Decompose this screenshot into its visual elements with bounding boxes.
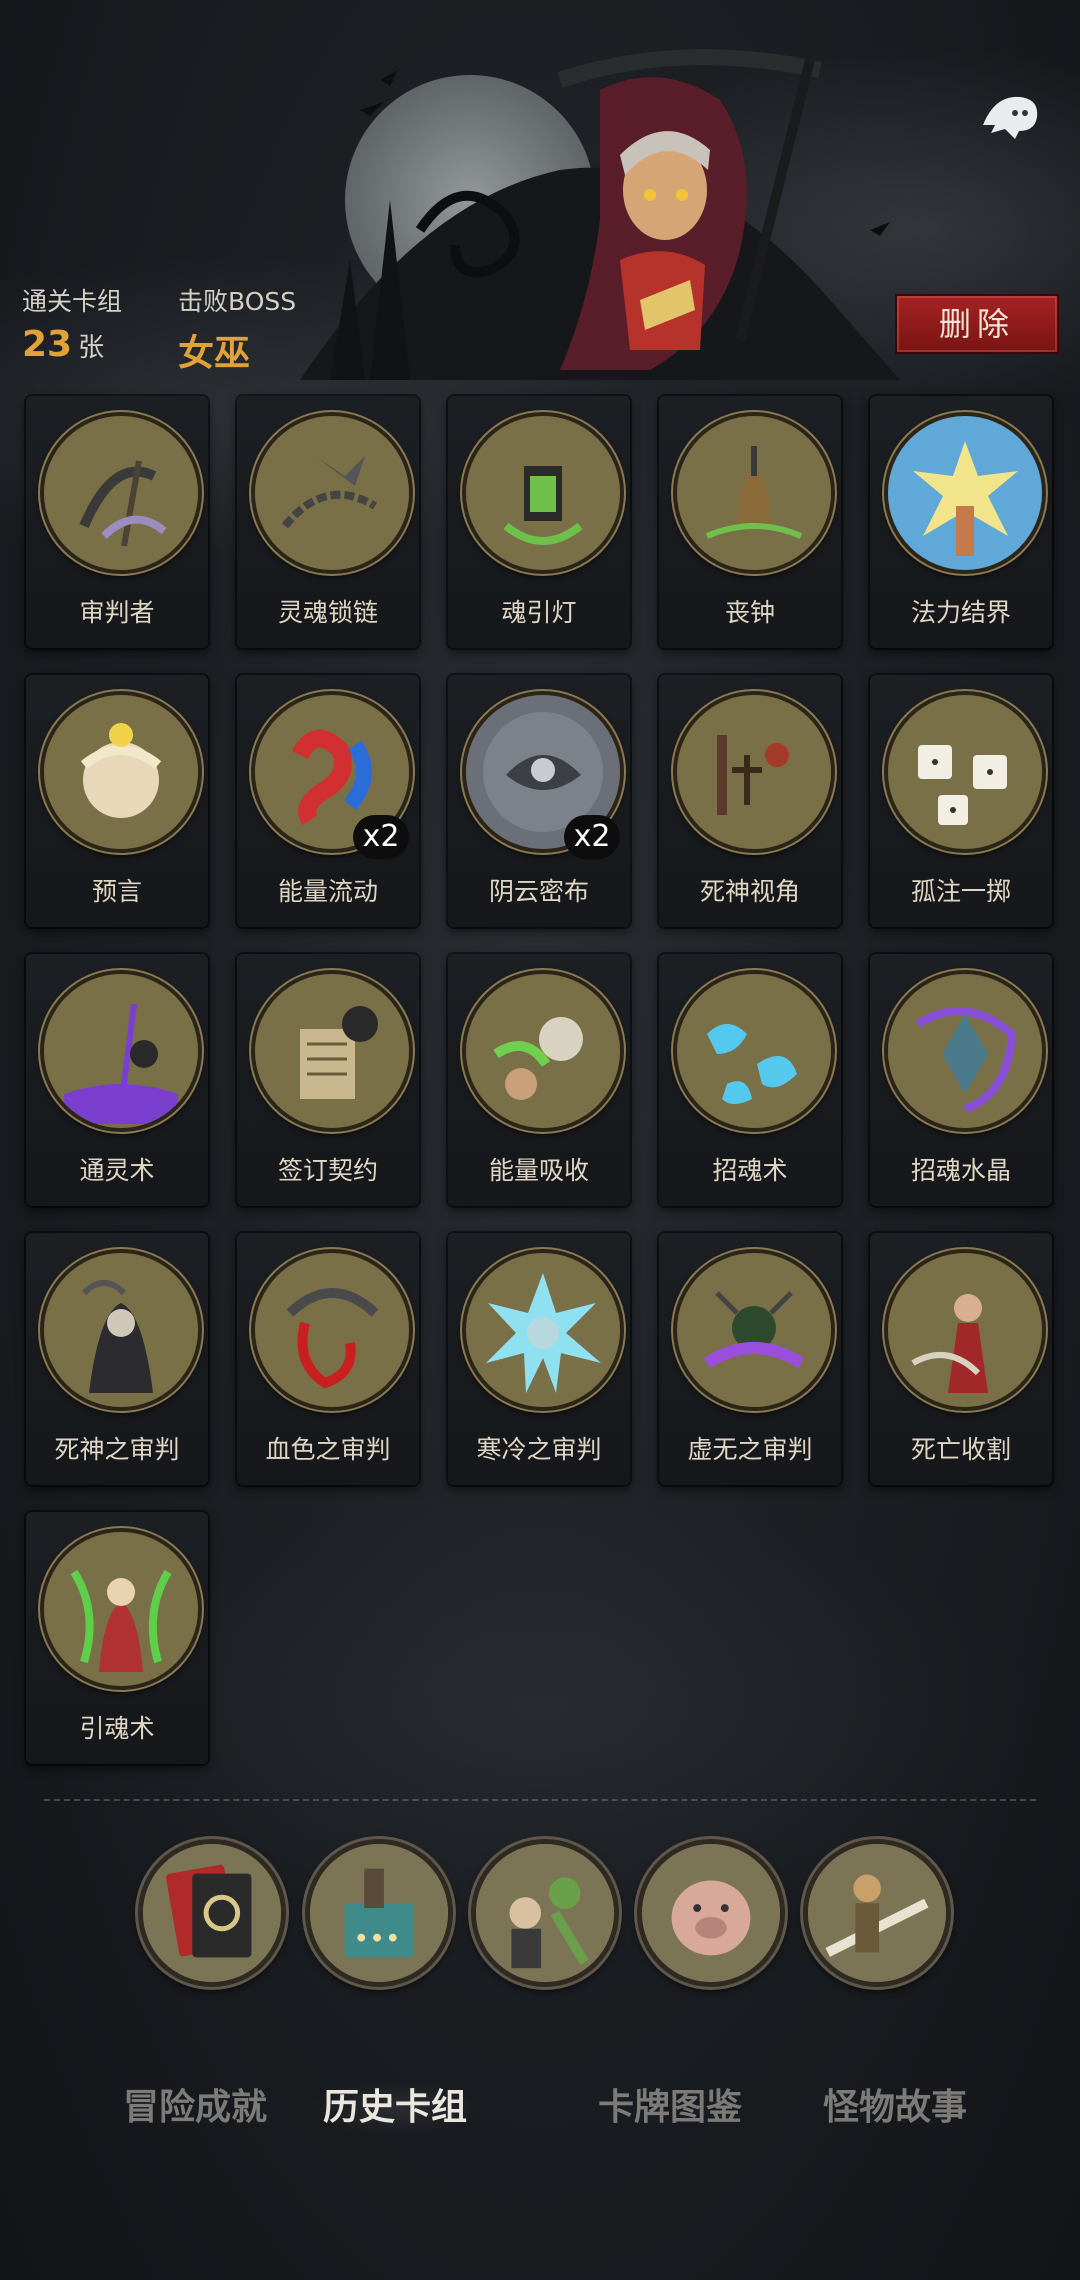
deck-header: 通关卡组 23 张 击败BOSS 女巫 删除 xyxy=(0,0,1080,380)
card-item[interactable]: 预言 xyxy=(26,675,208,927)
card-name: 引魂术 xyxy=(79,1714,155,1743)
card-item[interactable]: 签订契约 xyxy=(237,954,419,1206)
bell-icon xyxy=(673,412,835,574)
card-item[interactable]: 引魂术 xyxy=(26,1512,208,1764)
card-item[interactable]: 丧钟 xyxy=(659,396,841,648)
swordsman-icon[interactable] xyxy=(803,1839,951,1987)
card-item[interactable]: 法力结界 xyxy=(870,396,1052,648)
boss-label: 击败BOSS xyxy=(178,287,297,316)
card-achievement-icon[interactable] xyxy=(305,1839,453,1987)
card-name: 预言 xyxy=(91,877,142,906)
card-item[interactable]: x2 阴云密布 xyxy=(448,675,630,927)
card-item[interactable]: 死亡收割 xyxy=(870,1233,1052,1485)
absorb-icon xyxy=(462,970,624,1132)
necromancy-icon xyxy=(40,970,202,1132)
card-deck-icon[interactable] xyxy=(138,1839,286,1987)
card-name: 丧钟 xyxy=(724,598,775,627)
deck-count-label: 通关卡组 xyxy=(22,287,123,316)
chain-icon xyxy=(251,412,413,574)
card-name: 死亡收割 xyxy=(910,1435,1011,1464)
card-name: 寒冷之审判 xyxy=(476,1435,602,1464)
card-name: 血色之审判 xyxy=(265,1435,391,1464)
card-name: 灵魂锁链 xyxy=(277,598,378,627)
prophet-icon xyxy=(40,691,202,853)
card-item[interactable]: 孤注一掷 xyxy=(870,675,1052,927)
pig-monster-icon[interactable] xyxy=(637,1839,785,1987)
reaper-icon xyxy=(40,1249,202,1411)
card-item[interactable]: 死神之审判 xyxy=(26,1233,208,1485)
boss-stat: 击败BOSS 女巫 xyxy=(178,282,296,376)
card-name: 虚无之审判 xyxy=(687,1435,813,1464)
card-multiplier-badge: x2 xyxy=(564,815,620,859)
card-name: 阴云密布 xyxy=(488,877,589,906)
story-scene-icon[interactable] xyxy=(471,1839,619,1987)
card-item[interactable]: 魂引灯 xyxy=(448,396,630,648)
card-item[interactable]: 招魂术 xyxy=(659,954,841,1206)
void-icon xyxy=(673,1249,835,1411)
deck-count-unit: 张 xyxy=(78,333,105,363)
card-item[interactable]: 寒冷之审判 xyxy=(448,1233,630,1485)
blood-scythe-icon xyxy=(251,1249,413,1411)
dice-icon xyxy=(884,691,1046,853)
card-item[interactable]: 灵魂锁链 xyxy=(237,396,419,648)
card-item[interactable]: 死神视角 xyxy=(659,675,841,927)
card-name: 死神视角 xyxy=(699,877,800,906)
ice-icon xyxy=(462,1249,624,1411)
card-name: 法力结界 xyxy=(910,598,1011,627)
summon-icon xyxy=(673,970,835,1132)
card-item[interactable]: 虚无之审判 xyxy=(659,1233,841,1485)
card-item[interactable]: 通灵术 xyxy=(26,954,208,1206)
tab-4[interactable]: 怪物故事 xyxy=(810,2080,980,2136)
card-name: 魂引灯 xyxy=(501,598,577,627)
lantern-icon xyxy=(462,412,624,574)
card-name: 能量流动 xyxy=(277,877,378,906)
card-item[interactable]: 审判者 xyxy=(26,396,208,648)
card-name: 招魂术 xyxy=(712,1156,788,1185)
crystal-icon xyxy=(884,970,1046,1132)
scythe-icon xyxy=(40,412,202,574)
divider xyxy=(44,1799,1036,1801)
card-item[interactable]: 能量吸收 xyxy=(448,954,630,1206)
card-name: 招魂水晶 xyxy=(910,1156,1011,1185)
graveyard-icon xyxy=(673,691,835,853)
deck-count-value: 23 xyxy=(22,324,73,365)
card-name: 死神之审判 xyxy=(54,1435,180,1464)
card-name: 孤注一掷 xyxy=(910,877,1011,906)
delete-button[interactable]: 删除 xyxy=(895,294,1059,354)
card-name: 审判者 xyxy=(79,598,155,627)
card-name: 能量吸收 xyxy=(488,1156,589,1185)
tab-1[interactable]: 冒险成就 xyxy=(110,2080,280,2136)
card-multiplier-badge: x2 xyxy=(353,815,409,859)
soul-guide-icon xyxy=(40,1528,202,1690)
tab-3[interactable]: 卡牌图鉴 xyxy=(585,2080,755,2136)
deck-count-stat: 通关卡组 23 张 xyxy=(22,282,122,365)
boss-name: 女巫 xyxy=(178,333,251,374)
card-item[interactable]: 血色之审判 xyxy=(237,1233,419,1485)
ghost-icon[interactable] xyxy=(975,85,1045,145)
harvest-icon xyxy=(884,1249,1046,1411)
card-item[interactable]: 招魂水晶 xyxy=(870,954,1052,1206)
card-item[interactable]: x2 能量流动 xyxy=(237,675,419,927)
card-name: 签订契约 xyxy=(277,1156,378,1185)
contract-icon xyxy=(251,970,413,1132)
burst-icon xyxy=(884,412,1046,574)
tab-2[interactable]: 历史卡组 xyxy=(310,2080,480,2136)
card-name: 通灵术 xyxy=(79,1156,155,1185)
